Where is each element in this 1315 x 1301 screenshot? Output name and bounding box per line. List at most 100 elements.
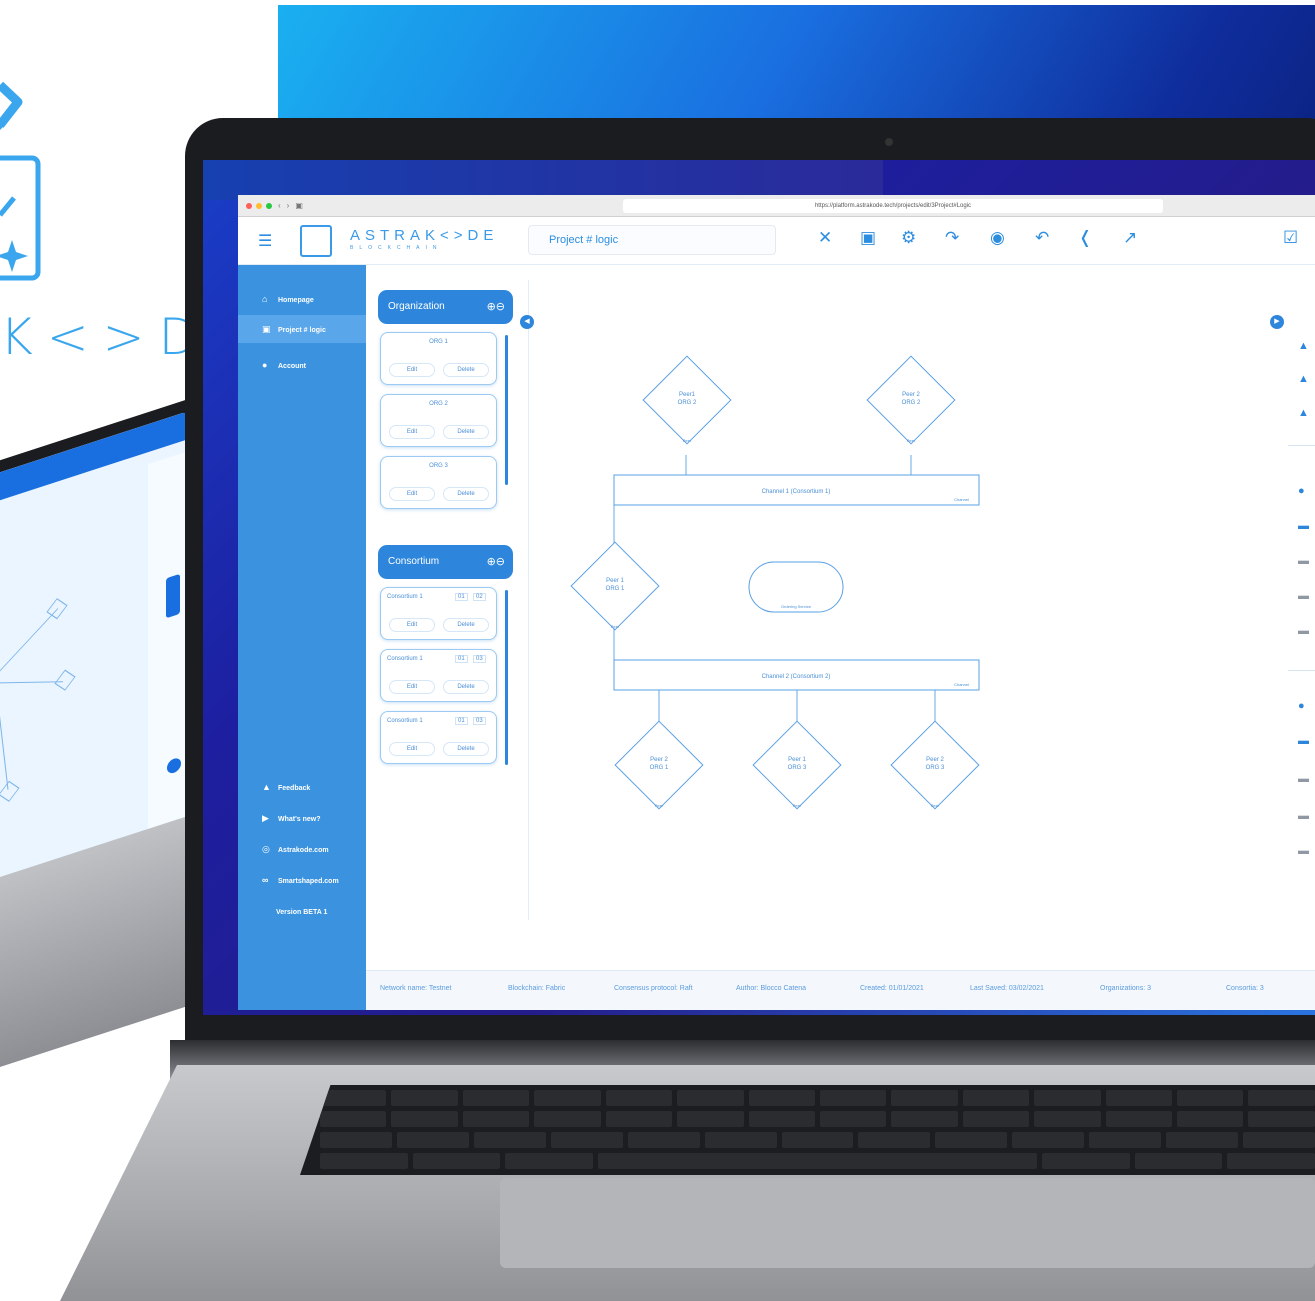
peer-node-top-2[interactable]: Peer 2 ORG 2 Peer <box>866 355 956 445</box>
channel-1[interactable]: Channel 1 (Consortium 1) Channel <box>613 474 980 506</box>
organization-title: Organization <box>388 301 445 312</box>
channel-2[interactable]: Channel 2 (Consortium 2) Channel <box>613 659 980 691</box>
status-organizations: Organizations: 3 <box>1100 985 1151 992</box>
network-icon[interactable]: ● <box>1298 700 1305 712</box>
network-icon[interactable]: ● <box>1298 485 1305 497</box>
consortium-tag: 01 <box>455 655 468 663</box>
pin-icon[interactable]: ▲ <box>1298 373 1309 385</box>
peer-label: Peer 1 <box>788 757 806 763</box>
consortium-scrollbar[interactable] <box>505 590 508 765</box>
diagram-canvas[interactable]: Peer1 ORG 2 Peer Peer 2 ORG 2 Peer Chann… <box>528 280 1288 920</box>
channel-label: Channel 1 (Consortium 1) <box>762 489 831 495</box>
server-icon[interactable]: ▬ <box>1298 735 1309 747</box>
sidebar-item-account[interactable]: ● Account <box>238 351 366 379</box>
ordering-service[interactable]: Ordering Service <box>748 561 844 613</box>
version-label: Version BETA 1 <box>276 909 328 916</box>
add-collapse-icon[interactable]: ⊕⊖ <box>487 545 505 579</box>
peer-node-bottom-1[interactable]: Peer 2 ORG 1 Peer <box>614 720 704 810</box>
logo-wordmark: ASTRAK<>DE <box>350 227 499 244</box>
palette-divider <box>1288 670 1315 671</box>
sidebar-item-label: Account <box>278 363 306 370</box>
redo-icon[interactable]: ↷ <box>945 228 959 248</box>
save-icon[interactable]: ▣ <box>860 228 876 248</box>
sidebar-item-project[interactable]: ▣ Project # logic <box>238 315 366 343</box>
close-window-icon[interactable] <box>246 202 252 209</box>
chevron-left-icon[interactable]: ‹ <box>278 201 281 210</box>
secondary-diagram <box>0 411 186 835</box>
camera-icon <box>885 138 893 146</box>
delete-button[interactable]: Delete <box>443 363 489 377</box>
org-name: ORG 1 <box>429 339 448 345</box>
key-row <box>300 1132 1315 1148</box>
delete-button[interactable]: Delete <box>443 742 489 756</box>
pin-icon[interactable]: ▲ <box>1298 407 1309 419</box>
delete-button[interactable]: Delete <box>443 680 489 694</box>
sidebar-item-homepage[interactable]: ⌂ Homepage <box>238 285 366 313</box>
edit-button[interactable]: Edit <box>389 425 435 439</box>
close-icon[interactable]: ✕ <box>818 228 832 248</box>
delete-button[interactable]: Delete <box>443 618 489 632</box>
pin-icon[interactable]: ▲ <box>1298 340 1309 352</box>
key-row <box>300 1090 1315 1106</box>
sidebar-item-astrakode[interactable]: ◎ Astrakode.com <box>238 835 366 863</box>
server-icon[interactable]: ▬ <box>1298 555 1309 567</box>
sidebar-item-smartshaped[interactable]: ∞ Smartshaped.com <box>238 866 366 894</box>
sidebar-toggle-icon[interactable]: ▣ <box>295 201 303 210</box>
key-row <box>300 1153 1315 1169</box>
delete-button[interactable]: Delete <box>443 425 489 439</box>
edit-button[interactable]: Edit <box>389 680 435 694</box>
server-icon[interactable]: ▬ <box>1298 845 1309 857</box>
sidebar-item-label: Smartshaped.com <box>278 878 339 885</box>
peer-tag: Peer <box>793 803 802 808</box>
server-icon[interactable]: ▬ <box>1298 773 1309 785</box>
peer-label: Peer 2 <box>902 392 920 398</box>
collapse-left-icon[interactable]: ◀ <box>520 315 534 329</box>
maximize-window-icon[interactable] <box>266 202 272 209</box>
add-collapse-icon[interactable]: ⊕⊖ <box>487 290 505 324</box>
checkbox-icon[interactable]: ☑ <box>1283 228 1298 248</box>
edit-button[interactable]: Edit <box>389 742 435 756</box>
preview-icon[interactable]: ◉ <box>990 228 1005 248</box>
consortium-name: Consortium 1 <box>387 656 423 662</box>
peer-tag: Peer <box>655 803 664 808</box>
edit-button[interactable]: Edit <box>389 487 435 501</box>
thumbs-up-icon: ▲ <box>262 782 271 792</box>
sidebar-item-whats-new[interactable]: ▶ What's new? <box>238 804 366 832</box>
edit-button[interactable]: Edit <box>389 363 435 377</box>
peer-node-bottom-2[interactable]: Peer 1 ORG 3 Peer <box>752 720 842 810</box>
peer-node-bottom-3[interactable]: Peer 2 ORG 3 Peer <box>890 720 980 810</box>
peer-node-top-1[interactable]: Peer1 ORG 2 Peer <box>642 355 732 445</box>
status-consortia: Consortia: 3 <box>1226 985 1264 992</box>
url-bar[interactable]: https://platform.astrakode.tech/projects… <box>623 199 1163 213</box>
open-external-icon[interactable]: ↗ <box>1123 228 1137 248</box>
astrakode-logo-icon <box>300 225 332 257</box>
palette-divider <box>1288 445 1315 446</box>
minimize-window-icon[interactable] <box>256 202 262 209</box>
marketing-stage: K<>DE ‹ › ▣ https://platform.astrakode.t… <box>0 0 1315 1301</box>
project-name-input[interactable]: Project # logic <box>528 225 776 255</box>
hamburger-icon[interactable]: ☰ <box>258 231 272 251</box>
peer-label: Peer 2 <box>650 757 668 763</box>
org-scrollbar[interactable] <box>505 335 508 485</box>
peer-node-mid[interactable]: Peer 1 ORG 1 Peer <box>570 541 660 631</box>
peer-org-label: ORG 2 <box>678 400 697 406</box>
server-icon[interactable]: ▬ <box>1298 810 1309 822</box>
server-icon[interactable]: ▬ <box>1298 590 1309 602</box>
collapse-right-icon[interactable]: ▶ <box>1270 315 1284 329</box>
settings-icon[interactable]: ⚙ <box>901 228 916 248</box>
peer-org-label: ORG 3 <box>926 765 945 771</box>
home-icon: ⌂ <box>262 294 268 304</box>
undo-icon[interactable]: ↶ <box>1035 228 1049 248</box>
astrakode-app: ‹ › ▣ https://platform.astrakode.tech/pr… <box>238 195 1315 1010</box>
network-diagram: Peer1 ORG 2 Peer Peer 2 ORG 2 Peer Chann… <box>570 355 980 810</box>
server-icon[interactable]: ▬ <box>1298 625 1309 637</box>
org-name: ORG 3 <box>429 463 448 469</box>
delete-button[interactable]: Delete <box>443 487 489 501</box>
infinity-icon: ∞ <box>262 875 269 885</box>
chevron-right-icon[interactable]: › <box>287 201 290 210</box>
server-icon[interactable]: ▬ <box>1298 520 1309 532</box>
edit-button[interactable]: Edit <box>389 618 435 632</box>
share-icon[interactable]: ❬ <box>1078 228 1092 248</box>
sidebar-item-feedback[interactable]: ▲ Feedback <box>238 773 366 801</box>
sidebar-item-label: Feedback <box>278 785 311 792</box>
